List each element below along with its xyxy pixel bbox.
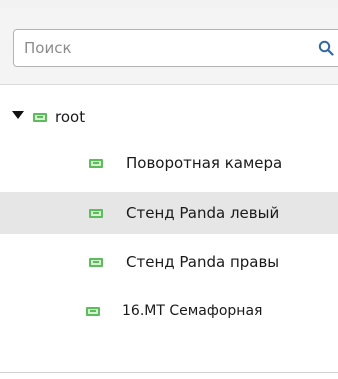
- device-icon: [89, 258, 103, 267]
- tree-node-panda-right[interactable]: Стенд Panda правы: [0, 241, 338, 283]
- device-icon: [89, 209, 103, 218]
- device-icon: [33, 113, 47, 122]
- tree-node-rotary-camera[interactable]: Поворотная камера: [0, 142, 338, 184]
- tree-node-semaphore[interactable]: 16.МТ Семафорная: [0, 290, 338, 332]
- tree-node-label: 16.МТ Семафорная: [122, 303, 263, 319]
- search-box[interactable]: [13, 29, 338, 67]
- tree-node-panda-left[interactable]: Стенд Panda левый: [0, 192, 338, 234]
- tree-node-label: Стенд Panda левый: [126, 204, 280, 222]
- bottom-divider: [0, 372, 338, 373]
- caret-down-icon[interactable]: [12, 111, 24, 119]
- search-area: [0, 8, 338, 85]
- device-icon: [89, 159, 103, 168]
- tree-panel: root Поворотная камера Стенд Panda левый…: [0, 0, 338, 379]
- tree-node-label: Стенд Panda правы: [126, 253, 280, 271]
- top-strip: [0, 0, 338, 8]
- search-input[interactable]: [14, 30, 304, 66]
- tree-node-label: root: [55, 108, 86, 126]
- tree-node-root[interactable]: root: [0, 96, 338, 138]
- tree-node-label: Поворотная камера: [126, 154, 283, 172]
- device-icon: [86, 307, 100, 316]
- search-icon[interactable]: [318, 40, 334, 56]
